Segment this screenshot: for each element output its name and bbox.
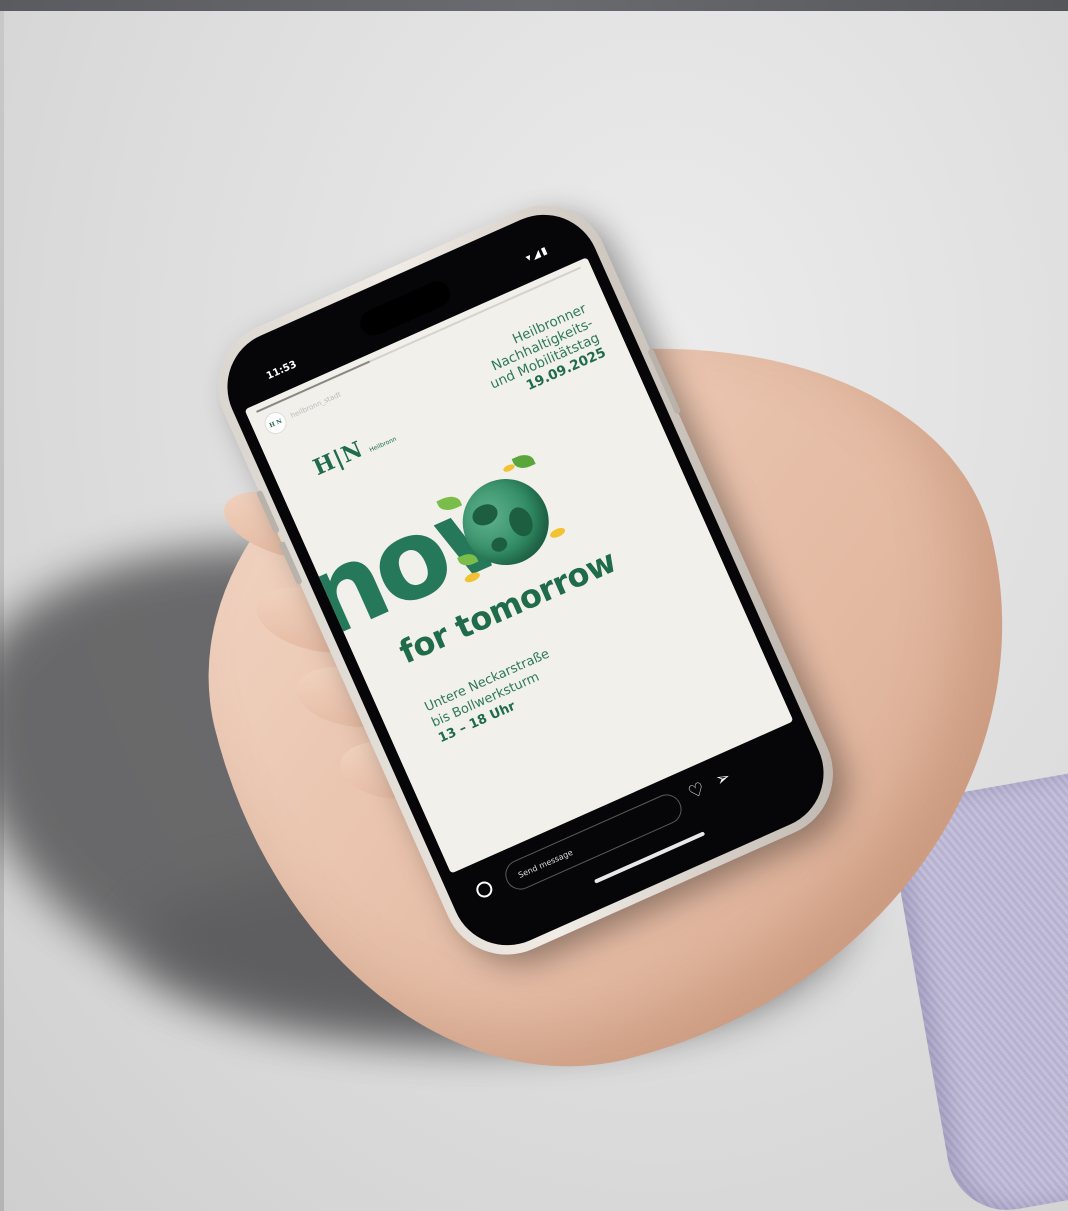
account-name[interactable]: heilbronn_stadt: [289, 390, 342, 419]
logo-subtitle: Heilbronn: [368, 435, 398, 454]
left-border: [0, 11, 4, 1211]
logo-mark: H|N: [309, 436, 368, 482]
signal-wifi-battery-icon: ▾◢▮: [524, 244, 551, 265]
continent-shape: [504, 503, 538, 541]
camera-icon[interactable]: [473, 878, 495, 901]
continent-shape: [489, 534, 510, 555]
account-avatar[interactable]: H N: [261, 408, 291, 438]
send-icon[interactable]: ➢: [713, 767, 734, 791]
continent-shape: [469, 500, 501, 530]
leaf-decoration: [436, 492, 463, 515]
coin-icon: [463, 570, 482, 585]
coin-icon: [548, 525, 567, 540]
event-title: Heilbronner Nachhaltigkeits- und Mobilit…: [475, 301, 609, 407]
venue-info: Untere Neckarstraße bis Bollwerksturm 13…: [422, 646, 566, 747]
status-time: 11:53: [264, 359, 299, 383]
leaf-decoration: [511, 451, 536, 472]
coin-icon: [502, 462, 516, 474]
heart-icon[interactable]: ♡: [685, 778, 708, 804]
top-border: [0, 0, 1068, 11]
heilbronn-logo: H|N Heilbronn: [309, 422, 399, 481]
photo-scene: 11:53 ▾◢▮ H N heilbronn_stadt H|N Heilbr…: [0, 0, 1068, 1211]
